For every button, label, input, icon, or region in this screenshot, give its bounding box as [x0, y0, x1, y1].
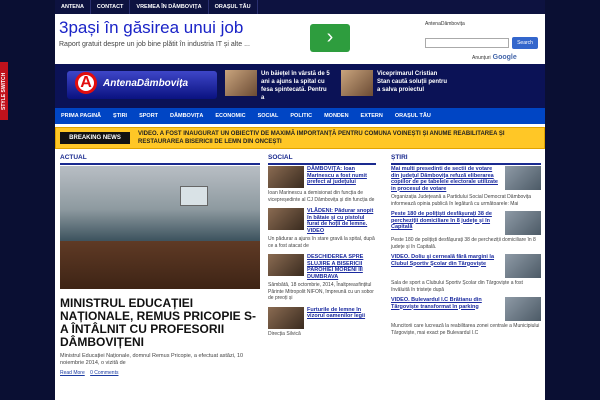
news-item: VIDEO. Doliu și cerneală fără margini la… — [391, 254, 541, 293]
news-excerpt: Muncitorii care lucrează la reabilitarea… — [391, 323, 540, 336]
news-excerpt: Sala de sport a Clubului Sportiv Școlar … — [391, 280, 523, 293]
nav-extern[interactable]: EXTERN — [355, 113, 389, 119]
top-nav: ANTENA CONTACT VREMEA ÎN DÂMBOVIȚA ORAȘU… — [55, 0, 545, 14]
hero-title[interactable]: MINISTRUL EDUCAȚIEI NAȚIONALE, REMUS PRI… — [60, 297, 260, 349]
topnav-orasul[interactable]: ORAȘUL TĂU — [209, 0, 258, 14]
page-content: 3pași în găsirea unui job Raport gratuit… — [55, 14, 545, 400]
social-title[interactable]: DÂMBOVIȚA: Ioan Marinescu a fost numit p… — [307, 166, 376, 188]
news-thumbnail[interactable] — [505, 166, 541, 190]
actual-column: MINISTRUL EDUCAȚIEI NAȚIONALE, REMUS PRI… — [60, 166, 260, 376]
social-excerpt: Ioan Marinescu a demisionat din funcția … — [268, 190, 375, 203]
topnav-antena[interactable]: ANTENA — [55, 0, 91, 14]
breaking-news-headline[interactable]: VIDEO. A FOST INAUGURAT UN OBIECTIV DE M… — [138, 130, 538, 146]
chevron-right-icon[interactable]: › — [310, 24, 350, 52]
search-box: AntenaDâmbovița Search Anunțuri Google — [420, 16, 545, 64]
section-title-stiri: ȘTIRI — [391, 154, 541, 165]
nav-monden[interactable]: MONDEN — [318, 113, 354, 119]
news-title[interactable]: Mai multi presedinti de sectii de votare… — [391, 166, 499, 192]
hero-image[interactable] — [60, 166, 260, 289]
promo-text[interactable]: Viceprimarul Cristian Stan caută soluții… — [377, 70, 447, 100]
social-thumbnail[interactable] — [268, 254, 304, 276]
topnav-vremea[interactable]: VREMEA ÎN DÂMBOVIȚA — [130, 0, 209, 14]
nav-prima-pagina[interactable]: PRIMA PAGINĂ — [55, 113, 107, 119]
breaking-news-label: BREAKING NEWS — [60, 132, 130, 144]
social-item: VLĂDENI: Pădurar snopit în bătaie și cu … — [268, 208, 376, 249]
social-column: DÂMBOVIȚA: Ioan Marinescu a fost numit p… — [268, 166, 376, 342]
news-excerpt: Peste 180 de polițiști desfășurați 38 de… — [391, 237, 536, 250]
news-title[interactable]: VIDEO. Bulevardul I.C Brătianu din Târgo… — [391, 297, 499, 321]
promo-item[interactable]: Viceprimarul Cristian Stan caută soluții… — [341, 70, 447, 100]
social-thumbnail[interactable] — [268, 306, 304, 329]
nav-dambovita[interactable]: DÂMBOVIȚA — [164, 113, 209, 119]
nav-sport[interactable]: SPORT — [133, 113, 164, 119]
ad-title[interactable]: 3pași în găsirea unui job — [59, 18, 243, 38]
nav-orasul-tau[interactable]: ORAȘUL TĂU — [389, 113, 437, 119]
site-logo[interactable]: A AntenaDâmbovița — [67, 71, 217, 99]
social-thumbnail[interactable] — [268, 166, 304, 188]
logo-text: AntenaDâmbovița — [103, 78, 189, 89]
stiri-column: Mai multi presedinti de sectii de votare… — [391, 166, 541, 340]
breaking-news-bar: BREAKING NEWS VIDEO. A FOST INAUGURAT UN… — [55, 127, 545, 149]
projector-screen — [180, 186, 208, 206]
ads-by-google[interactable]: Anunțuri Google — [472, 54, 517, 61]
promo-item[interactable]: Un băiețel în vârstă de 5 ani a ajuns la… — [225, 70, 331, 100]
social-title[interactable]: Furturile de lemne în vizorul oamenilor … — [307, 307, 376, 329]
hero-excerpt: Ministrul Educației Naționale, domnul Re… — [60, 353, 244, 366]
news-thumbnail[interactable] — [505, 297, 541, 321]
news-thumbnail[interactable] — [505, 254, 541, 278]
search-input[interactable] — [425, 38, 509, 48]
social-excerpt: Un pădurar a ajuns în stare gravă la spi… — [268, 236, 375, 249]
news-excerpt: Organizația Județeană a Partidului Socia… — [391, 194, 532, 207]
search-button[interactable]: Search — [512, 37, 538, 49]
section-title-social: SOCIAL — [268, 154, 376, 165]
social-item: Furturile de lemne în vizorul oamenilor … — [268, 306, 376, 338]
ad-banner[interactable]: 3pași în găsirea unui job Raport gratuit… — [55, 14, 365, 64]
ads-label: Anunțuri — [472, 55, 491, 61]
news-item: VIDEO. Bulevardul I.C Brătianu din Târgo… — [391, 297, 541, 336]
news-thumbnail[interactable] — [505, 211, 541, 235]
social-excerpt: Direcția Silvică — [268, 330, 301, 337]
news-item: Peste 180 de polițiști desfășurați 38 de… — [391, 211, 541, 250]
social-excerpt: Sâmbătă, 18 octombrie, 2014, Înaltpreasf… — [268, 282, 374, 301]
nav-economic[interactable]: ECONOMIC — [209, 113, 251, 119]
social-item: DESCHIDEREA SPRE SLUJIRE A BISERICII PAR… — [268, 254, 376, 302]
desk — [60, 241, 260, 289]
main-nav: PRIMA PAGINĂ ȘTIRI SPORT DÂMBOVIȚA ECONO… — [55, 108, 545, 124]
comments-link[interactable]: 0 Comments — [90, 370, 118, 376]
read-more-link[interactable]: Read More — [60, 370, 85, 376]
promo-text[interactable]: Un băiețel în vârstă de 5 ani a ajuns la… — [261, 70, 331, 100]
nav-stiri[interactable]: ȘTIRI — [107, 113, 133, 119]
promo-image — [341, 70, 373, 96]
news-title[interactable]: Peste 180 de polițiști desfășurați 38 de… — [391, 211, 499, 235]
ad-text: Raport gratuit despre un job bine plătit… — [59, 41, 250, 48]
hero-links: Read More 0 Comments — [60, 370, 260, 376]
social-title[interactable]: VLĂDENI: Pădurar snopit în bătaie și cu … — [307, 208, 376, 234]
section-title-actual: ACTUAL — [60, 154, 260, 165]
news-title[interactable]: VIDEO. Doliu și cerneală fără margini la… — [391, 254, 499, 278]
search-label: AntenaDâmbovița — [425, 21, 465, 27]
promo-image — [225, 70, 257, 96]
nav-politic[interactable]: POLITIC — [284, 113, 318, 119]
news-item: Mai multi presedinti de sectii de votare… — [391, 166, 541, 207]
site-header: A AntenaDâmbovița Un băiețel în vârstă d… — [55, 64, 545, 108]
logo-letter-icon: A — [75, 72, 97, 94]
social-item: DÂMBOVIȚA: Ioan Marinescu a fost numit p… — [268, 166, 376, 203]
social-title[interactable]: DESCHIDEREA SPRE SLUJIRE A BISERICII PAR… — [307, 254, 376, 280]
style-switch-tab[interactable]: STYLE SWITCH — [0, 62, 8, 120]
social-thumbnail[interactable] — [268, 208, 304, 230]
topnav-contact[interactable]: CONTACT — [91, 0, 131, 14]
nav-social[interactable]: SOCIAL — [252, 113, 285, 119]
google-logo: Google — [492, 54, 517, 61]
